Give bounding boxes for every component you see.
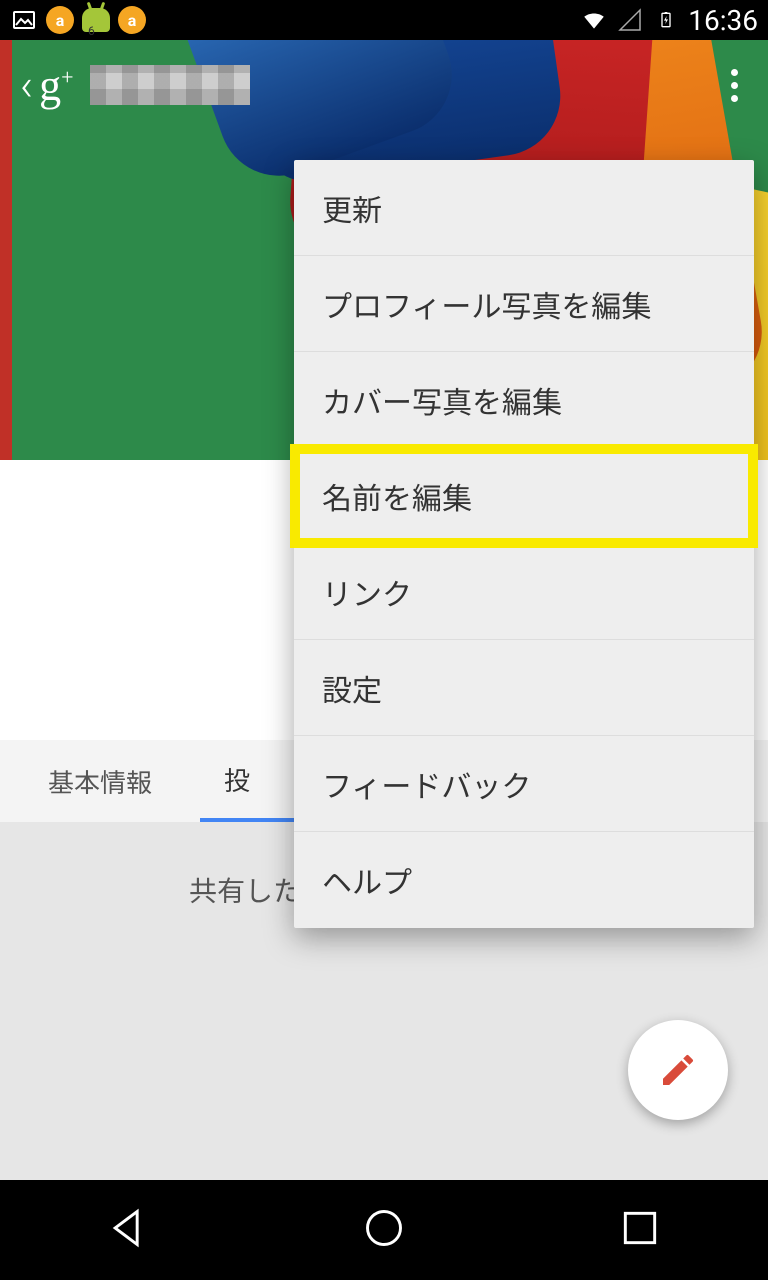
android-update-icon: 6 (82, 6, 110, 34)
action-bar: ‹ g+ (0, 40, 768, 130)
nav-back-icon[interactable] (106, 1206, 150, 1254)
wifi-icon (580, 6, 608, 34)
username-redacted (90, 65, 250, 105)
tab-basic-info[interactable]: 基本情報 (0, 740, 200, 822)
menu-item-edit-profile-photo[interactable]: プロフィール写真を編集 (294, 256, 754, 352)
clock: 16:36 (688, 4, 758, 37)
menu-item-edit-name[interactable]: 名前を編集 (294, 448, 754, 544)
app-notification-icon-2: a (118, 6, 146, 34)
cell-signal-icon (616, 6, 644, 34)
nav-recents-icon[interactable] (618, 1206, 662, 1254)
compose-fab[interactable] (628, 1020, 728, 1120)
battery-charging-icon (652, 6, 680, 34)
overflow-menu-button[interactable] (721, 59, 748, 112)
status-bar: a 6 a 16:36 (0, 0, 768, 40)
menu-item-edit-cover-photo[interactable]: カバー写真を編集 (294, 352, 754, 448)
picture-icon (10, 6, 38, 34)
menu-item-refresh[interactable]: 更新 (294, 160, 754, 256)
menu-item-help[interactable]: ヘルプ (294, 832, 754, 928)
pencil-icon (658, 1050, 698, 1090)
menu-item-link[interactable]: リンク (294, 544, 754, 640)
overflow-menu: 更新 プロフィール写真を編集 カバー写真を編集 名前を編集 リンク 設定 フィー… (294, 160, 754, 928)
app-notification-icon: a (46, 6, 74, 34)
google-plus-logo[interactable]: g+ (39, 60, 73, 111)
menu-item-settings[interactable]: 設定 (294, 640, 754, 736)
badge-count: 6 (88, 24, 95, 38)
menu-item-feedback[interactable]: フィードバック (294, 736, 754, 832)
navigation-bar (0, 1180, 768, 1280)
back-icon[interactable]: ‹ (20, 59, 33, 111)
nav-home-icon[interactable] (362, 1206, 406, 1254)
